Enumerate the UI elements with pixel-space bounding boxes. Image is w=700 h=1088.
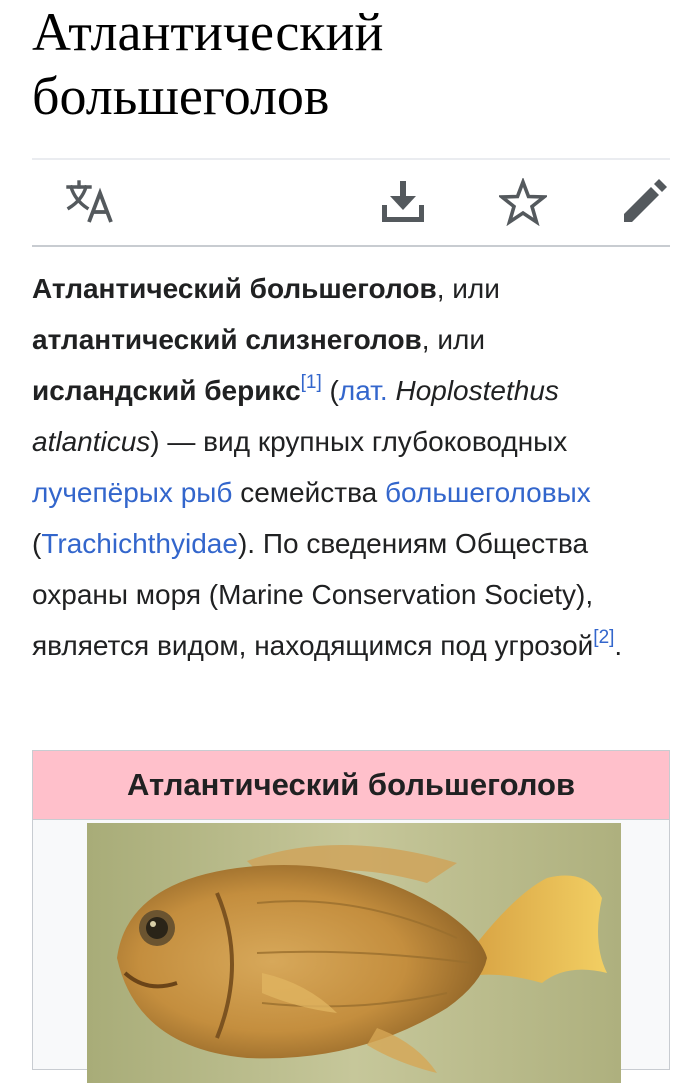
watch-button[interactable] [498,177,548,227]
edit-button[interactable] [619,177,669,227]
toolbar-top-divider [32,158,670,160]
page-title: Атлантический большеголов [32,2,384,126]
text-segment: , или [436,273,500,304]
star-icon [499,178,547,226]
translate-icon [65,180,115,224]
rayfinned-fish-link[interactable]: лучепёрых рыб [32,477,232,508]
latin-link[interactable]: лат. [339,375,388,406]
lead-paragraph: Атлантический большеголов, или атлантичес… [32,263,672,671]
name-bold-2: атлантический слизнеголов [32,324,422,355]
text-segment: ( [321,375,339,406]
download-icon [380,179,426,225]
reference-link-1[interactable]: [1] [301,372,322,393]
text-segment: . [614,630,623,661]
reference-link-2[interactable]: [2] [593,627,614,648]
infobox: Атлантический большеголов [32,750,670,1083]
infobox-title: Атлантический большеголов [33,751,669,820]
name-bold-3: исландский берикс [32,375,301,406]
download-button[interactable] [378,177,428,227]
fish-photo[interactable] [87,823,621,1083]
toolbar-bottom-divider [32,245,670,247]
language-button[interactable] [65,177,115,227]
text-segment: , или [421,324,485,355]
family-link[interactable]: большеголовых [385,477,591,508]
text-segment: ) — вид крупных глубоководных [150,426,568,457]
text-segment: семейства [232,477,386,508]
fish-image [87,823,621,1083]
text-segment: ( [32,528,42,559]
trachichthyidae-link[interactable]: Trachichthyidae [41,528,238,559]
pencil-icon [621,179,667,225]
name-bold-1: Атлантический большеголов [32,273,437,304]
